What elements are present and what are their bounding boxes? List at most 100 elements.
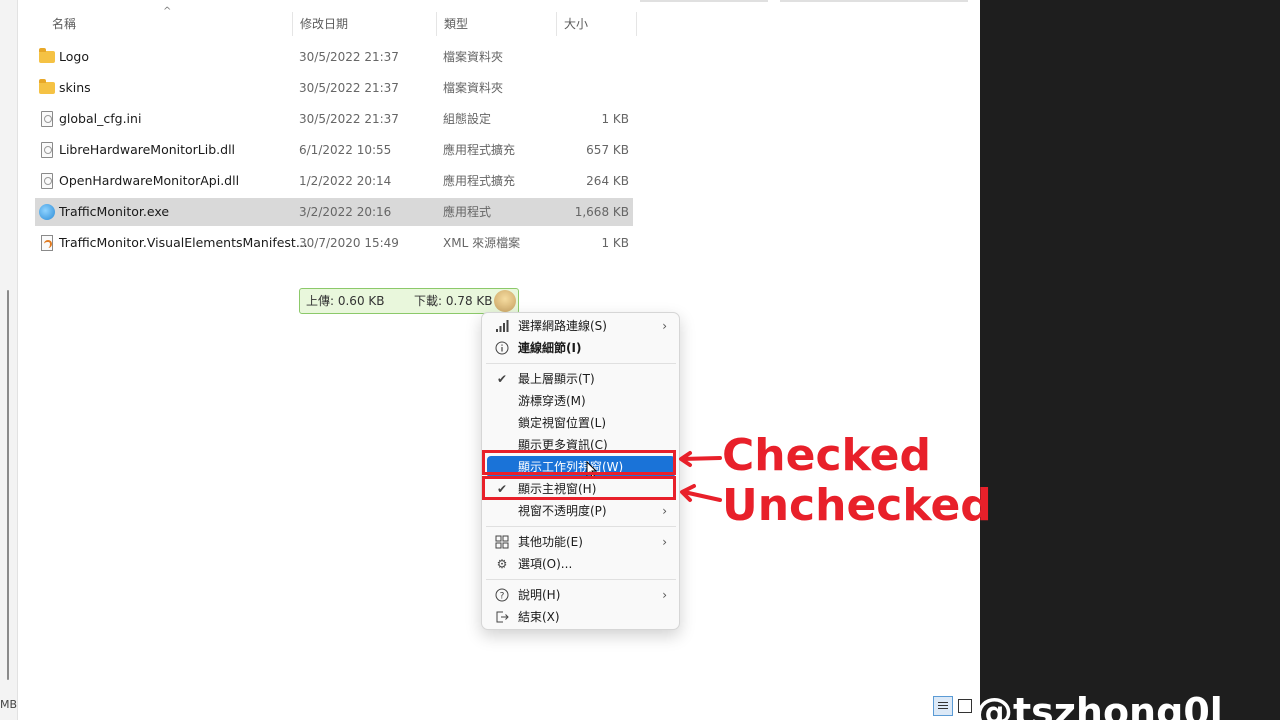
submenu-arrow-icon: › [662, 588, 667, 602]
column-divider[interactable] [292, 12, 293, 36]
menu-item-mouse-penetrate[interactable]: 游標穿透(M) [487, 390, 675, 412]
menu-item-label: 其他功能(E) [518, 535, 583, 549]
file-date: 30/5/2022 21:37 [299, 112, 399, 126]
status-bar-text: MB [0, 698, 18, 711]
file-date: 3/2/2022 20:16 [299, 205, 392, 219]
file-row-selected[interactable]: TrafficMonitor.exe 3/2/2022 20:16 應用程式 1… [35, 198, 633, 226]
file-date: 30/5/2022 21:37 [299, 50, 399, 64]
menu-separator [486, 579, 676, 580]
details-view-button[interactable] [933, 696, 953, 716]
file-size: 1,668 KB [574, 205, 629, 219]
sort-ascending-icon: ^ [163, 6, 172, 17]
navigation-pane-edge [0, 0, 18, 720]
file-size: 264 KB [586, 174, 629, 188]
file-date: 30/5/2022 21:37 [299, 81, 399, 95]
submenu-arrow-icon: › [662, 319, 667, 333]
top-border-right [780, 0, 968, 2]
watermark-text: @tszhong0l [975, 690, 1223, 720]
file-name: skins [59, 80, 91, 95]
column-divider[interactable] [636, 12, 637, 36]
menu-item-select-network[interactable]: 選擇網路連線(S) › [487, 315, 675, 337]
file-row[interactable]: skins 30/5/2022 21:37 檔案資料夾 [35, 74, 633, 102]
column-header-date[interactable]: 修改日期 [300, 10, 348, 38]
unchecked-highlight-box [482, 476, 676, 500]
upload-speed: 上傳: 0.60 KB [306, 294, 385, 308]
menu-item-connection-details[interactable]: 連線細節(I) [487, 337, 675, 359]
file-row[interactable]: global_cfg.ini 30/5/2022 21:37 組態設定 1 KB [35, 105, 633, 133]
menu-item-options[interactable]: ⚙ 選項(O)... [487, 553, 675, 575]
file-name: LibreHardwareMonitorLib.dll [59, 142, 236, 157]
annotation-unchecked-label: Unchecked [722, 480, 992, 531]
traffic-monitor-widget[interactable]: 上傳: 0.60 KB 下載: 0.78 KB [299, 288, 519, 314]
submenu-arrow-icon: › [662, 504, 667, 518]
xml-file-icon [41, 235, 53, 251]
file-type: 組態設定 [443, 112, 492, 126]
annotation-checked-label: Checked [722, 430, 931, 481]
file-date: 30/7/2020 15:49 [299, 236, 399, 250]
folder-icon [39, 48, 55, 63]
file-type: 應用程式擴充 [443, 143, 516, 157]
settings-file-icon [41, 111, 53, 127]
grid-icon [495, 535, 509, 549]
menu-item-label: 結束(X) [518, 610, 560, 624]
menu-separator [486, 363, 676, 364]
menu-item-label: 選擇網路連線(S) [518, 319, 607, 333]
menu-item-exit[interactable]: 結束(X) [487, 606, 675, 628]
traffic-monitor-app-icon [39, 204, 55, 220]
exit-icon [495, 610, 509, 624]
file-row[interactable]: OpenHardwareMonitorApi.dll 1/2/2022 20:1… [35, 167, 633, 195]
nav-scrollbar[interactable] [7, 290, 9, 680]
file-row[interactable]: LibreHardwareMonitorLib.dll 6/1/2022 10:… [35, 136, 633, 164]
file-name: Logo [59, 49, 89, 64]
file-size: 1 KB [601, 236, 629, 250]
gear-icon: ⚙ [496, 557, 508, 571]
menu-item-label: 選項(O)... [518, 557, 573, 571]
menu-item-always-on-top[interactable]: ✔ 最上層顯示(T) [487, 368, 675, 390]
column-header-type[interactable]: 類型 [444, 10, 468, 38]
file-name: global_cfg.ini [59, 111, 142, 126]
file-date: 1/2/2022 20:14 [299, 174, 392, 188]
menu-item-lock-window-position[interactable]: 鎖定視窗位置(L) [487, 412, 675, 434]
menu-item-other-functions[interactable]: 其他功能(E) › [487, 531, 675, 553]
file-type: 應用程式 [443, 205, 492, 219]
menu-item-window-opacity[interactable]: 視窗不透明度(P) › [487, 500, 675, 522]
menu-item-label: 說明(H) [518, 588, 561, 602]
folder-icon [39, 79, 55, 94]
large-icons-view-button[interactable] [958, 699, 972, 713]
menu-separator [486, 526, 676, 527]
file-name: TrafficMonitor.VisualElementsManifest... [59, 235, 308, 250]
file-name: TrafficMonitor.exe [59, 204, 170, 219]
menu-item-help[interactable]: ? 說明(H) › [487, 584, 675, 606]
column-divider[interactable] [436, 12, 437, 36]
check-icon: ✔ [496, 372, 508, 386]
file-row[interactable]: TrafficMonitor.VisualElementsManifest...… [35, 229, 633, 257]
file-size: 1 KB [601, 112, 629, 126]
file-name: OpenHardwareMonitorApi.dll [59, 173, 240, 188]
top-border [640, 0, 768, 2]
widget-avatar-icon [494, 290, 516, 312]
menu-item-label: 連線細節(I) [518, 341, 582, 355]
background-dark-area [980, 0, 1280, 720]
dll-file-icon [41, 142, 53, 158]
file-row[interactable]: Logo 30/5/2022 21:37 檔案資料夾 [35, 43, 633, 71]
column-header-name[interactable]: 名稱 [52, 10, 76, 38]
svg-text:?: ? [500, 592, 505, 602]
column-header-size[interactable]: 大小 [564, 10, 588, 38]
info-icon [495, 341, 509, 355]
help-icon: ? [495, 588, 509, 602]
file-type: 檔案資料夾 [443, 50, 504, 64]
menu-item-label: 鎖定視窗位置(L) [518, 416, 607, 430]
menu-item-label: 最上層顯示(T) [518, 372, 595, 386]
dll-file-icon [41, 173, 53, 189]
file-size: 657 KB [586, 143, 629, 157]
file-type: 應用程式擴充 [443, 174, 516, 188]
menu-item-label: 游標穿透(M) [518, 394, 586, 408]
file-type: XML 來源檔案 [443, 236, 521, 250]
file-type: 檔案資料夾 [443, 81, 504, 95]
file-date: 6/1/2022 10:55 [299, 143, 392, 157]
annotation-arrows [679, 451, 722, 502]
menu-item-label: 視窗不透明度(P) [518, 504, 607, 518]
checked-highlight-box [482, 450, 676, 475]
column-divider[interactable] [556, 12, 557, 36]
submenu-arrow-icon: › [662, 535, 667, 549]
